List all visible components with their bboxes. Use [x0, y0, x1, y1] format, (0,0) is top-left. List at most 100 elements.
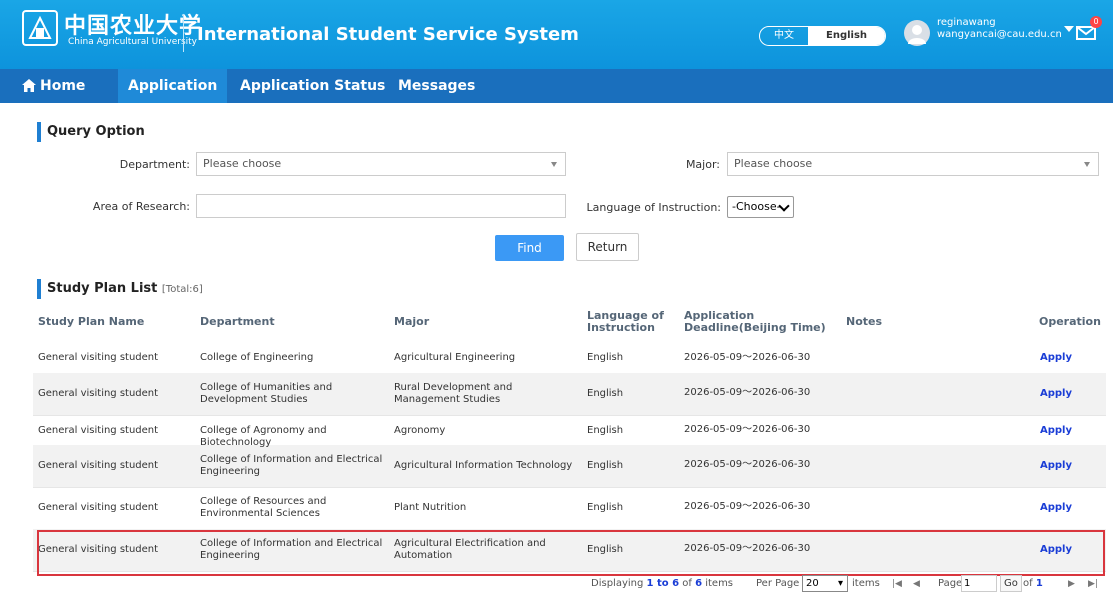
last-page-icon[interactable]: ▶|: [1088, 579, 1098, 589]
per-page-chevron-down-icon: ▾: [837, 578, 843, 589]
column-header-study-plan-name: Study Plan Name: [38, 315, 145, 328]
top-header: 中国农业大学 China Agricultural University Int…: [0, 0, 1113, 69]
major-dropdown-icon: [1084, 162, 1090, 167]
nav-messages[interactable]: Messages: [398, 69, 475, 103]
pager-items-label: items: [705, 578, 734, 589]
main-nav: Home Application Application Status Mess…: [0, 69, 1113, 103]
lang-option-english[interactable]: English: [808, 27, 886, 45]
query-option-label: Query Option: [47, 124, 145, 139]
message-count-badge: 0: [1090, 16, 1102, 28]
cell-major: Rural Development and Management Studies: [394, 382, 513, 405]
cell-language: English: [587, 460, 624, 471]
column-header-notes: Notes: [846, 315, 883, 328]
language-select[interactable]: -Choose-: [727, 196, 794, 218]
page-label: Page: [938, 578, 963, 589]
apply-link[interactable]: Apply: [1040, 388, 1072, 399]
cell-major: Agricultural Information Technology: [394, 460, 573, 471]
cell-language: English: [587, 352, 624, 363]
section-accent-bar: [37, 122, 41, 142]
column-header-department: Department: [200, 315, 275, 328]
cell-deadline: 2026-05-09～2026-06-30: [684, 501, 811, 512]
apply-link[interactable]: Apply: [1040, 502, 1072, 513]
university-name-en: China Agricultural University: [68, 37, 198, 47]
pager-displaying-label: Displaying: [591, 578, 644, 589]
pager-total-pages-value: 1: [1035, 578, 1043, 589]
cell-deadline: 2026-05-09～2026-06-30: [684, 387, 811, 398]
cell-department: College of Information and Electrical En…: [200, 454, 383, 477]
prev-page-icon[interactable]: ◀: [913, 579, 920, 589]
avatar[interactable]: [904, 20, 930, 46]
cell-department: College of Humanities and Development St…: [200, 382, 333, 405]
pager-of-label: of: [682, 578, 692, 589]
major-select-value: Please choose: [734, 157, 813, 170]
page-number-input[interactable]: 1: [961, 575, 997, 592]
items-label: items: [852, 578, 880, 589]
cell-study-plan-name: General visiting student: [38, 388, 159, 399]
apply-link[interactable]: Apply: [1040, 425, 1072, 436]
column-header-language: Language of Instruction: [587, 309, 664, 334]
language-label: Language of Instruction:: [586, 201, 721, 214]
per-page-select[interactable]: 20 ▾: [802, 575, 848, 592]
university-name-cn: 中国农业大学: [64, 13, 203, 39]
nav-home-label: Home: [40, 78, 86, 94]
cell-language: English: [587, 502, 624, 513]
return-button[interactable]: Return: [576, 233, 639, 261]
nav-home[interactable]: Home: [16, 69, 91, 103]
query-option-title: Query Option: [37, 122, 145, 142]
pager-of-pages-label: of: [1023, 578, 1033, 589]
go-button[interactable]: Go: [1000, 575, 1022, 592]
column-header-major: Major: [394, 315, 430, 328]
cell-major: Agronomy: [394, 425, 446, 436]
user-menu-caret-icon[interactable]: [1064, 26, 1074, 32]
nav-application-status[interactable]: Application Status: [240, 69, 385, 103]
cell-department: College of Engineering: [200, 352, 314, 363]
cell-deadline: 2026-05-09～2026-06-30: [684, 424, 811, 435]
apply-link[interactable]: Apply: [1040, 460, 1072, 471]
pager-count: 6: [695, 578, 703, 589]
study-plan-list-label: Study Plan List: [47, 281, 158, 296]
cell-major: Plant Nutrition: [394, 502, 467, 513]
first-page-icon[interactable]: |◀: [892, 579, 902, 589]
home-icon: [22, 79, 36, 92]
cell-study-plan-name: General visiting student: [38, 460, 159, 471]
department-select[interactable]: Please choose: [196, 152, 566, 176]
study-plan-list-title: Study Plan List [Total:6]: [37, 279, 203, 299]
nav-application[interactable]: Application: [118, 69, 228, 103]
cell-study-plan-name: General visiting student: [38, 502, 159, 513]
cell-language: English: [587, 388, 624, 399]
language-select-value: -Choose-: [732, 200, 781, 213]
department-label: Department:: [119, 158, 190, 171]
cell-study-plan-name: General visiting student: [38, 352, 159, 363]
user-email[interactable]: wangyancai@cau.edu.cn: [937, 29, 1062, 40]
mail-icon[interactable]: [1076, 26, 1096, 40]
university-logo-icon: [22, 10, 58, 46]
major-select[interactable]: Please choose: [727, 152, 1099, 176]
department-select-value: Please choose: [203, 157, 282, 170]
selected-row-highlight: [37, 530, 1105, 576]
major-label: Major:: [685, 158, 720, 171]
next-page-icon[interactable]: ▶: [1068, 579, 1075, 589]
area-of-research-input[interactable]: [196, 194, 566, 218]
cell-study-plan-name: General visiting student: [38, 425, 159, 436]
user-icon: [908, 25, 926, 44]
apply-link[interactable]: Apply: [1040, 352, 1072, 363]
user-name[interactable]: reginawang: [937, 17, 996, 28]
pager-range: 1 to 6: [646, 578, 680, 589]
system-title: International Student Service System: [197, 24, 579, 45]
study-plan-total: [Total:6]: [161, 284, 203, 295]
header-divider: [183, 14, 184, 52]
per-page-label: Per Page: [756, 578, 800, 589]
column-header-operation: Operation: [1039, 315, 1101, 328]
cell-major: Agricultural Engineering: [394, 352, 516, 363]
pager-total-pages: of 1: [1023, 578, 1043, 589]
department-dropdown-icon: [551, 162, 557, 167]
cell-deadline: 2026-05-09～2026-06-30: [684, 459, 811, 470]
cell-language: English: [587, 425, 624, 436]
cell-deadline: 2026-05-09～2026-06-30: [684, 352, 811, 363]
find-button[interactable]: Find: [495, 235, 564, 261]
area-of-research-label: Area of Research:: [92, 200, 190, 213]
section-accent-bar: [37, 279, 41, 299]
pager-summary: Displaying 1 to 6 of 6 items: [591, 578, 733, 589]
lang-option-chinese[interactable]: 中文: [760, 27, 808, 45]
per-page-value: 20: [806, 578, 819, 589]
